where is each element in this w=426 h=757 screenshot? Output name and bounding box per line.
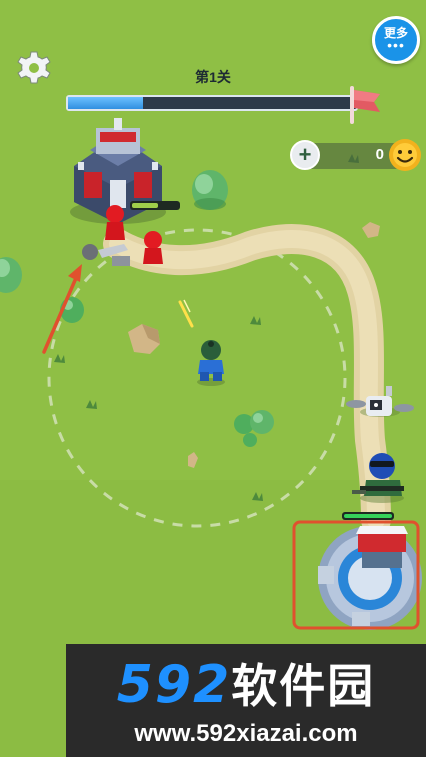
enemy-soldier[interactable] <box>105 205 125 240</box>
plus-icon: + <box>298 142 312 167</box>
watermark-banner: 592软件园 www.592xiazai.com <box>66 644 426 757</box>
level-progress-bar <box>66 95 358 111</box>
level-progress-fill <box>68 97 143 109</box>
coin-count: 0 <box>375 146 384 163</box>
watermark-logo-text: 软件园 <box>231 659 376 713</box>
fortress-health-bar <box>130 201 180 210</box>
smiley-coin-icon <box>389 139 421 171</box>
watermark-url: www.592xiazai.com <box>134 720 358 747</box>
base-health-bar <box>342 512 394 520</box>
add-coins-button[interactable]: + <box>290 140 320 170</box>
watermark-logo: 592软件园 <box>66 650 426 716</box>
more-dots-icon: ••• <box>387 37 405 53</box>
flag-icon <box>350 86 380 124</box>
watermark-logo-number: 592 <box>116 655 232 715</box>
player-base[interactable] <box>318 526 422 630</box>
game-stage[interactable]: 更多 ••• 第1关 + 0 592软件园 www.592xiazai.com <box>0 0 426 757</box>
tree-top <box>192 170 228 210</box>
more-button[interactable]: 更多 ••• <box>372 16 420 64</box>
